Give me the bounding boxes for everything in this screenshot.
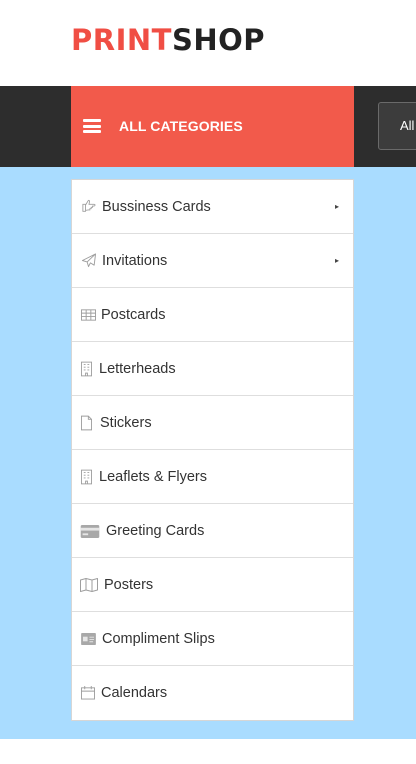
menu-item-posters[interactable]: Posters: [72, 558, 353, 612]
menu-item-label: Calendars: [101, 685, 168, 701]
header: PRINTSHOP: [0, 0, 416, 86]
menu-item-label: Posters: [104, 577, 154, 593]
id-card-icon: [81, 633, 96, 645]
menu-item-calendars[interactable]: Calendars: [72, 666, 353, 720]
nav-bar: ALL CATEGORIES All: [0, 86, 416, 167]
menu-item-label: Postcards: [101, 307, 166, 323]
category-select[interactable]: All: [378, 102, 416, 150]
table-icon: [81, 309, 96, 321]
file-icon: [81, 415, 92, 431]
calendar-icon: [81, 685, 95, 700]
submenu-arrow-icon: ▸: [334, 202, 339, 211]
building-icon: [81, 469, 92, 485]
menu-item-invitations[interactable]: Invitations ▸: [72, 234, 353, 288]
logo-print: PRINT: [71, 23, 172, 57]
menu-item-label: Letterheads: [99, 361, 176, 377]
menu-item-leaflets-flyers[interactable]: Leaflets & Flyers: [72, 450, 353, 504]
all-categories-button[interactable]: ALL CATEGORIES: [71, 86, 354, 167]
page: PRINTSHOP ALL CATEGORIES All Bussiness C…: [0, 0, 416, 764]
menu-item-label: Invitations: [102, 253, 168, 269]
menu-item-label: Bussiness Cards: [102, 199, 211, 215]
menu-item-label: Compliment Slips: [102, 631, 215, 647]
hand-point-icon: [82, 199, 96, 212]
menu-item-label: Leaflets & Flyers: [99, 469, 207, 485]
menu-item-label: Greeting Cards: [106, 523, 205, 539]
logo[interactable]: PRINTSHOP: [71, 22, 265, 58]
logo-shop: SHOP: [171, 23, 266, 57]
map-icon: [80, 578, 98, 592]
content-area: Bussiness Cards ▸ Invitations ▸ Postcard…: [0, 167, 416, 739]
menu-item-compliment-slips[interactable]: Compliment Slips: [72, 612, 353, 666]
menu-item-greeting-cards[interactable]: Greeting Cards: [72, 504, 353, 558]
menu-item-letterheads[interactable]: Letterheads: [72, 342, 353, 396]
paper-plane-icon: [81, 253, 97, 268]
credit-card-icon: [80, 525, 100, 538]
category-menu: Bussiness Cards ▸ Invitations ▸ Postcard…: [71, 179, 354, 721]
submenu-arrow-icon: ▸: [334, 256, 339, 265]
menu-item-stickers[interactable]: Stickers: [72, 396, 353, 450]
building-icon: [81, 361, 92, 377]
menu-item-label: Stickers: [100, 415, 152, 431]
menu-item-postcards[interactable]: Postcards: [72, 288, 353, 342]
menu-item-business-cards[interactable]: Bussiness Cards ▸: [72, 180, 353, 234]
all-categories-label: ALL CATEGORIES: [119, 118, 243, 134]
hamburger-icon: [83, 119, 101, 133]
